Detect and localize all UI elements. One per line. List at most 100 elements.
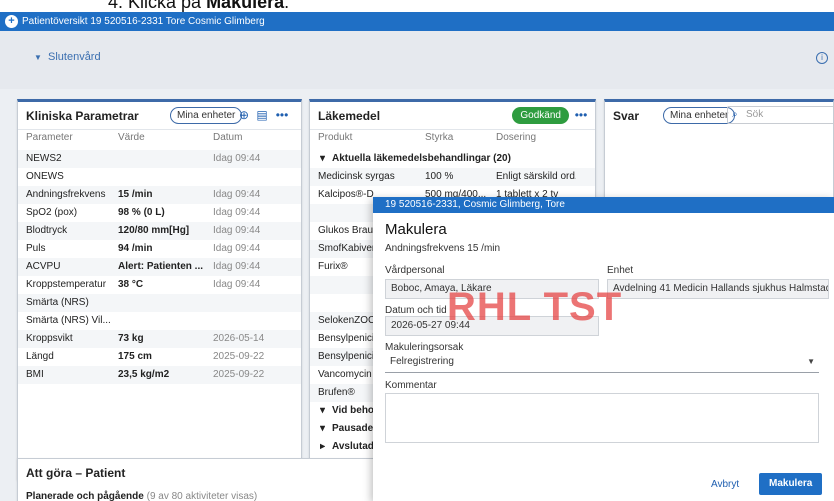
- table-row[interactable]: ACVPU Alert: Patienten ... Idag 09:44: [18, 258, 301, 276]
- col-parameter: Parameter: [26, 132, 73, 143]
- search-input[interactable]: ⌕ Sök: [727, 106, 834, 124]
- orsak-label: Makuleringsorsak: [385, 342, 464, 353]
- lakemedel-title: Läkemedel: [318, 109, 381, 123]
- table-row[interactable]: NEWS21Idag 09:44: [18, 150, 301, 168]
- cancel-button[interactable]: Avbryt: [711, 479, 739, 490]
- caret-down-icon: ▾: [320, 423, 326, 434]
- param-name: Blodtryck: [26, 225, 68, 236]
- param-name: Smärta (NRS): [26, 297, 89, 308]
- table-row[interactable]: Kroppsvikt 73 kg 2026-05-14: [18, 330, 301, 348]
- care-bar: ▼ Slutenvård i: [0, 31, 834, 89]
- param-name: Längd: [26, 351, 54, 362]
- table-row[interactable]: ONEWS: [18, 168, 301, 186]
- param-name: NEWS2: [26, 153, 62, 164]
- caret-down-icon: ▾: [320, 153, 326, 164]
- param-name: Andningsfrekvens: [26, 189, 106, 200]
- status-badge: Godkänd: [512, 107, 569, 124]
- table-row[interactable]: SpO2 (pox) 98 % (0 L) Idag 09:44: [18, 204, 301, 222]
- kommentar-label: Kommentar: [385, 380, 437, 391]
- table-row[interactable]: Smärta (NRS) Vil...: [18, 312, 301, 330]
- param-value: 98 % (0 L): [118, 207, 165, 218]
- param-date: 2025-09-22: [213, 369, 265, 380]
- makulera-button[interactable]: Makulera: [759, 473, 823, 495]
- param-date: 2025-09-22: [213, 351, 265, 362]
- caret-down-icon[interactable]: ▼: [34, 53, 42, 62]
- group-aktuella[interactable]: ▾ Aktuella läkemedelsbehandlingar (20): [310, 150, 595, 168]
- vardpersonal-label: Vårdpersonal: [385, 265, 445, 276]
- parametrar-units-button[interactable]: Mina enheter: [170, 107, 243, 124]
- dialog-title: Makulera: [385, 221, 447, 238]
- param-value: 175 cm: [118, 351, 152, 362]
- param-value: 15 /min: [118, 189, 153, 200]
- care-bar-label[interactable]: Slutenvård: [48, 51, 101, 63]
- param-date: Idag 09:44: [213, 225, 261, 236]
- dialog-patient-header: 19 520516-2331, Cosmic Glimberg, Tore: [373, 197, 834, 213]
- param-name: ONEWS: [26, 171, 64, 182]
- orsak-select[interactable]: Felregistrering ▼: [385, 353, 819, 373]
- table-row[interactable]: Smärta (NRS): [18, 294, 301, 312]
- svar-title: Svar: [613, 109, 640, 123]
- col-produkt: Produkt: [318, 132, 353, 143]
- lakemedel-header: Läkemedel Godkänd •••: [310, 102, 595, 130]
- more-icon[interactable]: •••: [274, 107, 290, 123]
- todo-panel: Att göra – Patient Planerade och pågåend…: [17, 458, 377, 501]
- param-value: 73 kg: [118, 333, 144, 344]
- param-value: 120/80 mm[Hg]: [118, 225, 190, 236]
- svar-units-button[interactable]: Mina enheter: [663, 107, 736, 124]
- chevron-down-icon: ▼: [807, 357, 815, 366]
- todo-subtitle: Planerade och pågående (9 av 80 aktivite…: [26, 491, 258, 501]
- info-icon[interactable]: i: [816, 52, 828, 64]
- param-value: 23,5 kg/m2: [118, 369, 170, 380]
- table-row[interactable]: Andningsfrekvens 15 /min Idag 09:44: [18, 186, 301, 204]
- add-icon[interactable]: ⊕: [236, 107, 252, 123]
- dialog-subtitle: Andningsfrekvens 15 /min: [385, 243, 501, 254]
- datum-label: Datum och tid: [385, 305, 447, 316]
- table-row[interactable]: Kroppstemperatur 38 °C Idag 09:44: [18, 276, 301, 294]
- print-icon[interactable]: ▤: [254, 107, 270, 123]
- med-strength: 100 %: [425, 171, 454, 182]
- med-name: Medicinsk syrgas: [318, 171, 395, 182]
- window-title: Patientöversikt 19 520516-2331 Tore Cosm…: [22, 16, 265, 27]
- param-date: Idag 09:44: [213, 261, 261, 272]
- param-name: Smärta (NRS) Vil...: [26, 315, 111, 326]
- caret-right-icon: ▸: [320, 441, 326, 452]
- enhet-label: Enhet: [607, 265, 634, 276]
- window-titlebar: + Patientöversikt 19 520516-2331 Tore Co…: [0, 12, 834, 31]
- kommentar-input[interactable]: [385, 393, 819, 443]
- list-item[interactable]: Medicinsk syrgas 100 % Enligt särskild ord…: [310, 168, 595, 186]
- search-icon: ⌕: [732, 109, 738, 120]
- table-row[interactable]: BMI23,5 kg/m22025-09-22!: [18, 366, 301, 384]
- param-date: Idag 09:44: [213, 279, 261, 290]
- param-name: SpO2 (pox): [26, 207, 78, 218]
- param-name: Kroppstemperatur: [26, 279, 107, 290]
- todo-title: Att göra – Patient: [26, 466, 126, 480]
- param-value: 94 /min: [118, 243, 153, 254]
- param-name: Puls: [26, 243, 46, 254]
- param-date: Idag 09:44: [213, 153, 261, 164]
- col-dosering: Dosering: [496, 132, 537, 143]
- makulera-dialog: 19 520516-2331, Cosmic Glimberg, Tore An…: [373, 197, 834, 501]
- test-watermark: RHL TST: [447, 285, 623, 329]
- param-name: ACVPU: [26, 261, 61, 272]
- enhet-field: Avdelning 41 Medicin Hallands sjukhus Ha…: [607, 279, 829, 299]
- param-date: Idag 09:44: [213, 207, 261, 218]
- app-plus-icon: +: [5, 15, 18, 28]
- table-row[interactable]: Puls 94 /min Idag 09:44: [18, 240, 301, 258]
- param-date: Idag 09:44: [213, 243, 261, 254]
- param-name: Kroppsvikt: [26, 333, 73, 344]
- more-icon[interactable]: •••: [573, 107, 589, 123]
- med-dose: Enligt särskild ord...: [496, 171, 576, 182]
- parametrar-header: Kliniska Parametrar Mina enheter ⊕ ▤ •••: [18, 102, 301, 130]
- table-row[interactable]: Längd 175 cm 2025-09-22: [18, 348, 301, 366]
- param-name: BMI: [26, 369, 44, 380]
- param-value: 38 °C: [118, 279, 144, 290]
- col-styrka: Styrka: [425, 132, 454, 143]
- table-row[interactable]: Blodtryck 120/80 mm[Hg] Idag 09:44: [18, 222, 301, 240]
- col-datum: Datum: [213, 132, 243, 143]
- param-value: Alert: Patienten ...: [118, 261, 204, 272]
- svar-header: Svar Mina enheter ⌕ Sök: [605, 102, 834, 130]
- parametrar-title: Kliniska Parametrar: [26, 109, 139, 123]
- col-varde: Värde: [118, 132, 145, 143]
- parametrar-panel: Kliniska Parametrar Mina enheter ⊕ ▤ •••…: [17, 99, 302, 480]
- param-date: 2026-05-14: [213, 333, 265, 344]
